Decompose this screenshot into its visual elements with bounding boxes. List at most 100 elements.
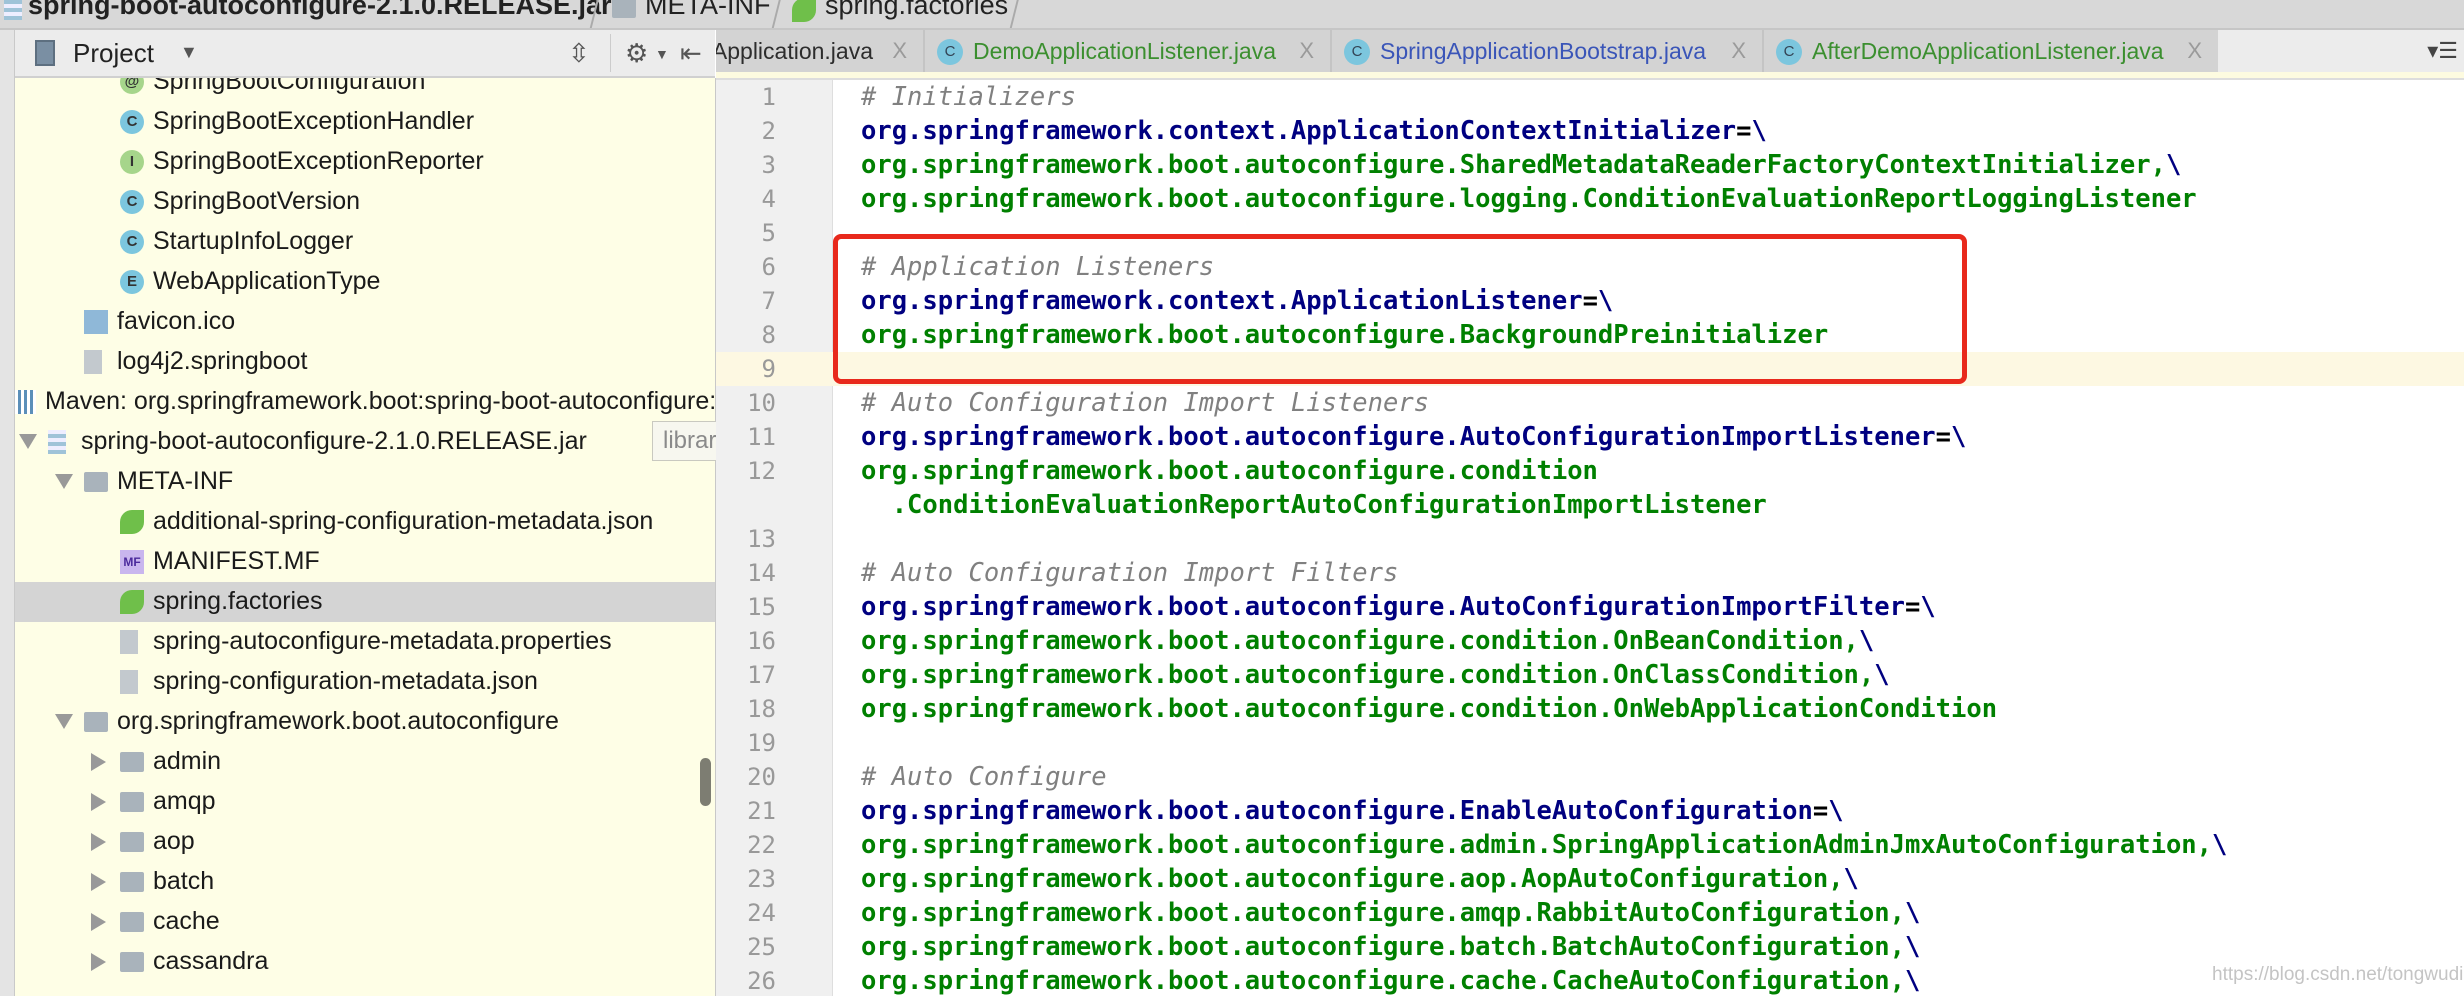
tree-item[interactable]: E WebApplicationType	[15, 262, 715, 302]
close-tab-icon[interactable]: X	[2187, 38, 2202, 64]
code-line[interactable]: .ConditionEvaluationReportAutoConfigurat…	[861, 488, 1767, 522]
code-line[interactable]: org.springframework.boot.autoconfigure.c…	[861, 692, 1997, 726]
line-number: 13	[747, 525, 776, 553]
tree-scrollbar[interactable]	[700, 758, 711, 806]
expanded-arrow-icon[interactable]	[55, 474, 73, 489]
collapsed-arrow-icon[interactable]	[91, 873, 106, 891]
code-token-op: \	[1904, 898, 1921, 928]
watermark: https://blog.csdn.net/tongwudi5093	[2212, 964, 2464, 985]
tree-item[interactable]: I SpringBootExceptionReporter	[15, 142, 715, 182]
tree-item-label: spring-autoconfigure-metadata.properties	[153, 627, 612, 655]
code-line[interactable]: # Initializers	[861, 80, 1076, 114]
code-line[interactable]: org.springframework.boot.autoconfigure.c…	[861, 454, 1598, 488]
tree-item[interactable]: additional-spring-configuration-metadata…	[15, 502, 715, 542]
tree-item[interactable]: favicon.ico	[15, 302, 715, 342]
line-number: 5	[761, 219, 776, 247]
tree-item[interactable]: spring-autoconfigure-metadata.properties	[15, 622, 715, 662]
tree-item-label: org.springframework.boot.autoconfigure	[117, 707, 559, 735]
tree-item[interactable]: cassandra	[15, 942, 715, 982]
collapsed-arrow-icon[interactable]	[91, 913, 106, 931]
breadcrumb-jar[interactable]: spring-boot-autoconfigure-2.1.0.RELEASE.…	[28, 0, 612, 21]
tree-item-label: amqp	[153, 787, 216, 815]
line-number: 12	[747, 457, 776, 485]
chevron-down-icon[interactable]: ▼	[655, 46, 669, 62]
tree-item[interactable]: @ SpringBootConfiguration	[15, 78, 715, 102]
tree-item[interactable]: META-INF	[15, 462, 715, 502]
project-icon	[35, 40, 55, 66]
tree-item[interactable]: C SpringBootVersion	[15, 182, 715, 222]
project-tree: @ SpringBootConfiguration C SpringBootExcep…	[15, 78, 717, 996]
tree-item[interactable]: spring-boot-autoconfigure-2.1.0.RELEASE.…	[15, 422, 715, 462]
close-tab-icon[interactable]: X	[892, 38, 907, 64]
code-token-op: \	[1828, 796, 1844, 826]
code-line[interactable]: # Auto Configure	[861, 760, 1107, 794]
code-line[interactable]: org.springframework.boot.autoconfigure.E…	[861, 794, 1844, 828]
tree-item[interactable]: spring-configuration-metadata.json	[15, 662, 715, 702]
tree-item[interactable]: MF MANIFEST.MF	[15, 542, 715, 582]
close-tab-icon[interactable]: X	[1299, 38, 1314, 64]
tree-item-label: log4j2.springboot	[117, 347, 308, 375]
spring-icon	[120, 510, 144, 534]
tree-item[interactable]: aop	[15, 822, 715, 862]
tree-item[interactable]: C StartupInfoLogger	[15, 222, 715, 262]
editor-tab[interactable]: Application.java X	[716, 30, 925, 72]
editor-tab[interactable]: C SpringApplicationBootstrap.java X	[1330, 30, 1764, 72]
gear-icon[interactable]: ⚙	[625, 38, 648, 69]
code-line[interactable]: org.springframework.boot.autoconfigure.c…	[861, 964, 1920, 998]
code-line[interactable]: org.springframework.boot.autoconfigure.a…	[861, 896, 1920, 930]
tree-item[interactable]: log4j2.springboot	[15, 342, 715, 382]
code-line[interactable]: org.springframework.boot.autoconfigure.b…	[861, 930, 1920, 964]
editor-tab[interactable]: C AfterDemoApplicationListener.java X	[1762, 30, 2220, 72]
collapsed-arrow-icon[interactable]	[91, 833, 106, 851]
tree-item[interactable]: cache	[15, 902, 715, 942]
code-line[interactable]: org.springframework.context.ApplicationC…	[861, 114, 1767, 148]
collapsed-arrow-icon[interactable]	[91, 953, 106, 971]
code-token-op: \	[2212, 830, 2228, 860]
code-line[interactable]: org.springframework.boot.autoconfigure.l…	[861, 182, 2197, 216]
code-token-op: \	[1751, 116, 1767, 146]
code-line[interactable]: # Auto Configuration Import Listeners	[861, 386, 1429, 420]
expanded-arrow-icon[interactable]	[55, 714, 73, 729]
tree-item-label: batch	[153, 867, 215, 895]
breadcrumb-meta-inf[interactable]: META-INF	[645, 0, 770, 21]
collapsed-arrow-icon[interactable]	[91, 793, 106, 811]
tree-item-label: aop	[153, 827, 195, 855]
tree-item[interactable]: org.springframework.boot.autoconfigure	[15, 702, 715, 742]
code-line[interactable]: # Auto Configuration Import Filters	[861, 556, 1398, 590]
code-line[interactable]: org.springframework.boot.autoconfigure.A…	[861, 420, 1966, 454]
tree-item[interactable]: spring.factories	[15, 582, 715, 622]
line-number: 24	[747, 899, 776, 927]
folder-icon	[120, 832, 144, 852]
tool-window-strip[interactable]	[0, 30, 15, 996]
folder-icon	[120, 752, 144, 772]
code-token-eq: =	[1736, 116, 1752, 146]
tree-item[interactable]: amqp	[15, 782, 715, 822]
tree-item[interactable]: Maven: org.springframework.boot:spring-b…	[15, 382, 715, 422]
tree-item[interactable]: C SpringBootExceptionHandler	[15, 102, 715, 142]
class-icon: C	[937, 39, 963, 65]
expanded-arrow-icon[interactable]	[19, 434, 37, 449]
line-number: 16	[747, 627, 776, 655]
tree-item-label: spring.factories	[153, 587, 323, 615]
code-line[interactable]: org.springframework.boot.autoconfigure.c…	[861, 658, 1890, 692]
code-token-key: org.springframework.context.ApplicationC…	[861, 116, 1737, 146]
chevron-down-icon[interactable]: ▼	[180, 42, 198, 63]
tab-list-icon[interactable]: ▾☰	[2427, 38, 2458, 64]
collapsed-arrow-icon[interactable]	[91, 753, 106, 771]
code-line[interactable]: org.springframework.boot.autoconfigure.c…	[861, 624, 1874, 658]
project-view-selector[interactable]: Project	[73, 38, 154, 69]
close-tab-icon[interactable]: X	[1731, 38, 1746, 64]
folder-icon	[84, 472, 108, 492]
line-number: 11	[747, 423, 776, 451]
hide-panel-icon[interactable]: ⇤	[680, 38, 702, 69]
breadcrumb-spring-factories[interactable]: spring.factories	[825, 0, 1008, 21]
code-line[interactable]: org.springframework.boot.autoconfigure.a…	[861, 862, 1859, 896]
code-line[interactable]: org.springframework.boot.autoconfigure.a…	[861, 828, 2227, 862]
tree-item[interactable]: admin	[15, 742, 715, 782]
code-line[interactable]: org.springframework.boot.autoconfigure.A…	[861, 590, 1936, 624]
tree-item[interactable]: batch	[15, 862, 715, 902]
editor-tab[interactable]: C DemoApplicationListener.java X	[923, 30, 1332, 72]
tree-item-label: WebApplicationType	[153, 267, 381, 295]
code-line[interactable]: org.springframework.boot.autoconfigure.S…	[861, 148, 2181, 182]
collapse-all-icon[interactable]: ⇳	[568, 38, 590, 69]
